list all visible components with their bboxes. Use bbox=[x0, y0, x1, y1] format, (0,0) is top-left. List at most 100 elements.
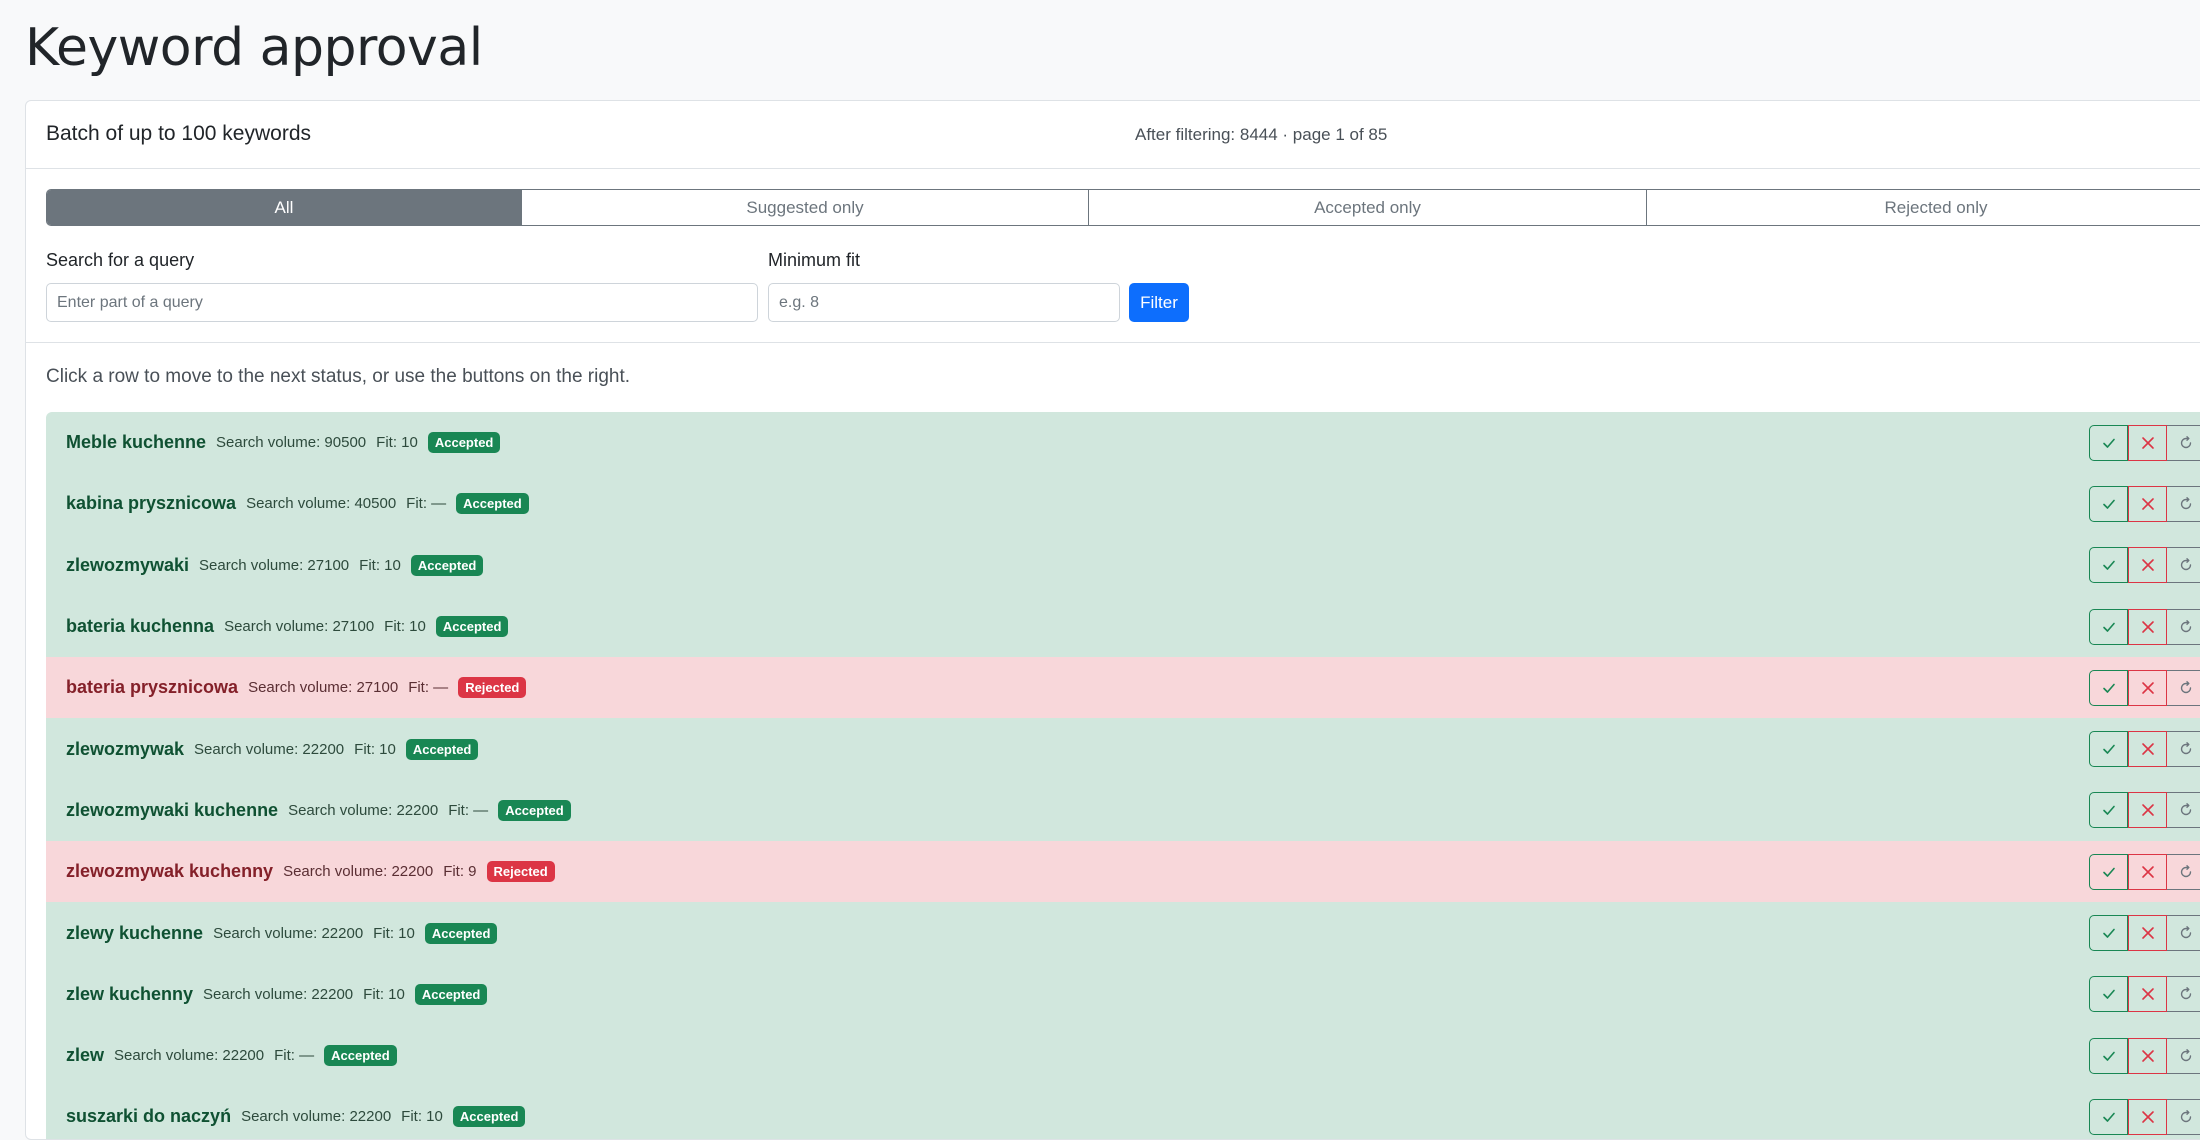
accept-button[interactable] bbox=[2089, 1037, 2128, 1074]
instructions-text: Click a row to move to the next status, … bbox=[46, 366, 631, 387]
check-icon bbox=[2102, 806, 2115, 816]
accept-button[interactable] bbox=[2089, 424, 2128, 461]
keyword-row[interactable]: zlewozmywaki kuchenne Search volume: 222… bbox=[46, 779, 2200, 842]
reset-button[interactable] bbox=[2167, 547, 2200, 584]
fit-score: Fit: 9 bbox=[443, 863, 477, 881]
check-icon bbox=[2102, 867, 2115, 877]
accept-button[interactable] bbox=[2089, 731, 2128, 768]
keyword-row[interactable]: zlewy kuchenne Search volume: 22200 Fit:… bbox=[46, 902, 2200, 964]
keyword-text: suszarki do naczyń bbox=[66, 1106, 232, 1127]
accept-button[interactable] bbox=[2089, 547, 2128, 584]
reject-button[interactable] bbox=[2128, 485, 2167, 522]
page-title: Keyword approval bbox=[25, 18, 483, 78]
keyword-text: kabina prysznicowa bbox=[66, 493, 237, 514]
accept-button[interactable] bbox=[2089, 669, 2128, 706]
reset-button[interactable] bbox=[2167, 792, 2200, 829]
check-icon bbox=[2102, 499, 2115, 509]
keyword-row[interactable]: zlewozmywak kuchenny Search volume: 2220… bbox=[46, 841, 2200, 903]
keyword-row[interactable]: zlewozmywak Search volume: 22200 Fit: 10… bbox=[46, 718, 2200, 780]
keyword-row[interactable]: zlewozmywaki Search volume: 27100 Fit: 1… bbox=[46, 534, 2200, 596]
search-volume: Search volume: 22200 bbox=[288, 801, 439, 819]
keyword-text: zlewozmywaki kuchenne bbox=[66, 799, 279, 820]
tab-rejected-only[interactable]: Rejected only bbox=[1647, 190, 2200, 225]
reject-button[interactable] bbox=[2128, 915, 2167, 952]
search-volume: Search volume: 22200 bbox=[241, 1108, 392, 1126]
reject-button[interactable] bbox=[2128, 1037, 2167, 1074]
accept-button[interactable] bbox=[2089, 608, 2128, 645]
keyword-row[interactable]: bateria prysznicowa Search volume: 27100… bbox=[46, 657, 2200, 719]
reject-button[interactable] bbox=[2128, 731, 2167, 768]
x-icon bbox=[2141, 1049, 2154, 1062]
status-badge: Accepted bbox=[410, 554, 484, 576]
fit-score: Fit: 10 bbox=[376, 434, 418, 452]
reject-button[interactable] bbox=[2128, 424, 2167, 461]
x-icon bbox=[2141, 498, 2154, 510]
row-actions bbox=[2089, 1037, 2200, 1074]
keyword-text: zlewozmywaki bbox=[66, 554, 190, 575]
keyword-row[interactable]: zlew kuchenny Search volume: 22200 Fit: … bbox=[46, 963, 2200, 1025]
reset-button[interactable] bbox=[2167, 1098, 2200, 1135]
status-badge: Accepted bbox=[324, 1045, 397, 1067]
row-actions bbox=[2089, 976, 2200, 1013]
fit-score: Fit: 10 bbox=[384, 618, 426, 636]
reject-button[interactable] bbox=[2128, 547, 2167, 584]
tab-suggested-only[interactable]: Suggested only bbox=[522, 190, 1089, 225]
search-volume: Search volume: 90500 bbox=[216, 434, 367, 452]
keyword-text: zlew bbox=[66, 1045, 105, 1066]
fit-score: Fit: — bbox=[408, 679, 449, 697]
reset-button[interactable] bbox=[2167, 731, 2200, 768]
minimum-fit-input[interactable] bbox=[768, 283, 1120, 322]
accept-button[interactable] bbox=[2089, 1098, 2128, 1135]
keyword-text: bateria kuchenna bbox=[66, 616, 215, 637]
filter-button[interactable]: Filter bbox=[1129, 283, 1189, 322]
reset-icon bbox=[2180, 987, 2192, 1000]
divider bbox=[26, 342, 2200, 343]
reset-button[interactable] bbox=[2167, 424, 2200, 461]
reset-button[interactable] bbox=[2167, 853, 2200, 890]
reset-icon bbox=[2180, 680, 2192, 694]
reject-button[interactable] bbox=[2128, 1098, 2167, 1135]
reject-button[interactable] bbox=[2128, 792, 2167, 829]
reset-icon bbox=[2180, 497, 2192, 510]
search-volume: Search volume: 22200 bbox=[203, 985, 354, 1003]
reset-button[interactable] bbox=[2167, 608, 2200, 645]
status-badge: Rejected bbox=[458, 677, 527, 699]
accept-button[interactable] bbox=[2089, 976, 2128, 1013]
keyword-text: zlewy kuchenne bbox=[66, 922, 204, 943]
reject-button[interactable] bbox=[2128, 669, 2167, 706]
keyword-row[interactable]: suszarki do naczyń Search volume: 22200 … bbox=[46, 1086, 2200, 1139]
reset-button[interactable] bbox=[2167, 1037, 2200, 1074]
status-filter-tabs: All Suggested only Accepted only Rejecte… bbox=[46, 189, 2200, 226]
reject-button[interactable] bbox=[2128, 976, 2167, 1013]
keyword-text: zlewozmywak kuchenny bbox=[66, 861, 274, 882]
reset-icon bbox=[2180, 864, 2192, 877]
accept-button[interactable] bbox=[2089, 485, 2128, 522]
search-input[interactable] bbox=[46, 283, 758, 322]
reset-button[interactable] bbox=[2167, 976, 2200, 1013]
accept-button[interactable] bbox=[2089, 853, 2128, 890]
row-actions bbox=[2089, 915, 2200, 952]
accept-button[interactable] bbox=[2089, 915, 2128, 952]
reset-button[interactable] bbox=[2167, 669, 2200, 706]
x-icon bbox=[2141, 927, 2154, 939]
x-icon bbox=[2141, 865, 2154, 878]
keyword-row[interactable]: kabina prysznicowa Search volume: 40500 … bbox=[46, 473, 2200, 535]
reject-button[interactable] bbox=[2128, 608, 2167, 645]
keyword-row[interactable]: Meble kuchenne Search volume: 90500 Fit:… bbox=[46, 412, 2200, 474]
search-volume: Search volume: 27100 bbox=[224, 618, 375, 636]
tab-all[interactable]: All bbox=[47, 190, 522, 225]
reset-icon bbox=[2180, 435, 2192, 448]
status-badge: Accepted bbox=[405, 738, 479, 760]
reject-button[interactable] bbox=[2128, 853, 2167, 890]
fit-score: Fit: — bbox=[406, 495, 447, 513]
keyword-row[interactable]: bateria kuchenna Search volume: 27100 Fi… bbox=[46, 595, 2200, 658]
pagination-info: After filtering: 8444 · page 1 of 85 bbox=[1135, 125, 1388, 144]
keyword-row[interactable]: zlew Search volume: 22200 Fit: — Accepte… bbox=[46, 1024, 2200, 1087]
tab-accepted-only[interactable]: Accepted only bbox=[1089, 190, 1647, 225]
reset-button[interactable] bbox=[2167, 485, 2200, 522]
fit-score: Fit: — bbox=[448, 801, 489, 819]
check-icon bbox=[2102, 1112, 2115, 1122]
reset-button[interactable] bbox=[2167, 915, 2200, 952]
search-volume: Search volume: 27100 bbox=[248, 679, 399, 697]
accept-button[interactable] bbox=[2089, 792, 2128, 829]
